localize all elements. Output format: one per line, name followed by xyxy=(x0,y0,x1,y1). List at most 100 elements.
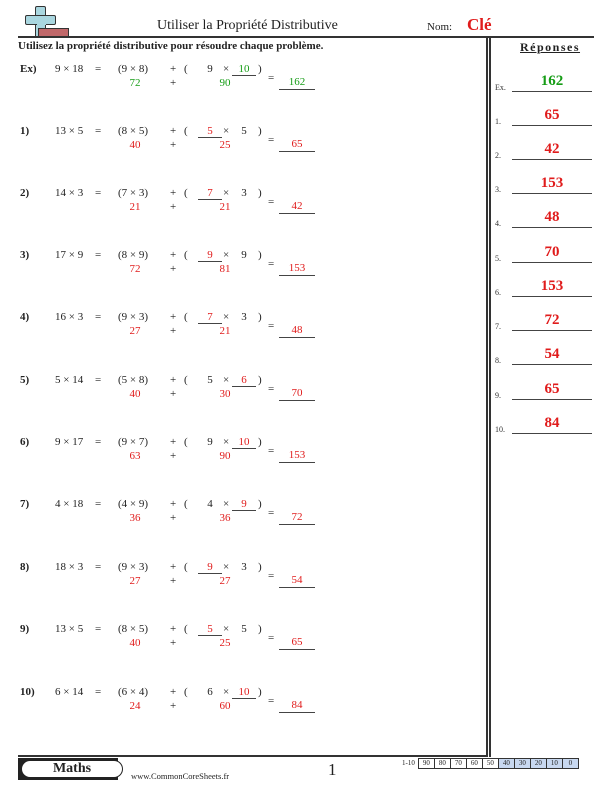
answer-line xyxy=(512,125,592,126)
total-answer: 153 xyxy=(279,449,315,463)
problem-number: 2) xyxy=(20,187,30,199)
plus-sign: + xyxy=(170,374,177,386)
equals-sign: = xyxy=(95,125,102,137)
factor-a: 5 xyxy=(198,623,222,636)
equals-sign: = xyxy=(95,561,102,573)
score-range-label: 1-10 xyxy=(402,759,415,767)
answer-item: 3. 153 xyxy=(495,174,595,194)
answer-item: Ex. 162 xyxy=(495,72,595,92)
plus-sign: + xyxy=(170,125,177,137)
score-cell: 40 xyxy=(497,758,515,769)
times-sign: × xyxy=(223,187,230,199)
answer-line xyxy=(512,193,592,194)
answer-line xyxy=(512,159,592,160)
name-value: Clé xyxy=(467,15,492,34)
answer-item: 4. 48 xyxy=(495,208,595,228)
problem-row: 8) 18 × 3 = (9 × 3) + (9 × 3) 27 +27 = 54 xyxy=(0,561,486,601)
answer-item: 1. 65 xyxy=(495,106,595,126)
first-product: (8 × 5) xyxy=(118,623,149,635)
plus-sign: + xyxy=(170,77,177,89)
partial-product-right: 21 xyxy=(219,325,231,337)
answer-line xyxy=(512,399,592,400)
equals-sign: = xyxy=(268,134,275,146)
problem-expression: 4 × 18 xyxy=(55,498,84,510)
problem-number: 9) xyxy=(20,623,30,635)
answer-line xyxy=(512,296,592,297)
plus-sign: + xyxy=(170,249,177,261)
answer-line xyxy=(512,91,592,92)
page-title: Utiliser la Propriété Distributive xyxy=(157,18,338,33)
problem-number: 8) xyxy=(20,561,30,573)
open-paren: ( xyxy=(184,125,188,137)
times-sign: × xyxy=(223,498,230,510)
partial-product-left: 40 xyxy=(129,388,141,400)
plus-sign: + xyxy=(170,436,177,448)
score-cell: 0 xyxy=(561,758,579,769)
equals-sign: = xyxy=(268,695,275,707)
problem-row: 2) 14 × 3 = (7 × 3) + (7 × 3) 21 +21 = 42 xyxy=(0,187,486,227)
equals-sign: = xyxy=(268,72,275,84)
answer-item: 9. 65 xyxy=(495,380,595,400)
answer-item: 7. 72 xyxy=(495,311,595,331)
partial-product-left: 72 xyxy=(129,77,141,89)
times-sign: × xyxy=(223,686,230,698)
factor-a: 7 xyxy=(198,187,222,200)
open-paren: ( xyxy=(184,311,188,323)
total-answer: 65 xyxy=(279,138,315,152)
partial-product-left: 36 xyxy=(129,512,141,524)
partial-product-right: 21 xyxy=(219,201,231,213)
instructions: Utilisez la propriété distributive pour … xyxy=(18,40,324,52)
problem-row: 10) 6 × 14 = (6 × 4) +(6 × 10) 24 +60 = 84 xyxy=(0,686,486,726)
total-answer: 72 xyxy=(279,511,315,525)
close-paren: ) xyxy=(258,686,262,698)
problem-expression: 13 × 5 xyxy=(55,623,84,635)
first-product: (9 × 7) xyxy=(118,436,149,448)
first-product: (6 × 4) xyxy=(118,686,149,698)
times-sign: × xyxy=(223,249,230,261)
factor-b: 9 xyxy=(232,498,256,511)
problem-expression: 16 × 3 xyxy=(55,311,84,323)
close-paren: ) xyxy=(258,63,262,75)
problem-number: 4) xyxy=(20,311,30,323)
name-label: Nom: xyxy=(427,21,453,33)
factor-a: 4 xyxy=(207,498,213,510)
equals-sign: = xyxy=(268,507,275,519)
answer-line xyxy=(512,433,592,434)
answer-value: 84 xyxy=(544,415,560,431)
answer-line xyxy=(512,227,592,228)
total-answer: 70 xyxy=(279,387,315,401)
factor-b: 3 xyxy=(241,561,247,573)
problem-row: 5) 5 × 14 = (5 × 8) + (5 × 6) 40 +30 = 70 xyxy=(0,374,486,414)
answer-line xyxy=(512,262,592,263)
equals-sign: = xyxy=(268,320,275,332)
problem-number: 7) xyxy=(20,498,30,510)
plus-sign: + xyxy=(170,686,177,698)
problem-expression: 5 × 14 xyxy=(55,374,84,386)
factor-b: 6 xyxy=(232,374,256,387)
close-paren: ) xyxy=(258,561,262,573)
factor-a: 6 xyxy=(207,686,213,698)
problem-number: 5) xyxy=(20,374,30,386)
page-number: 1 xyxy=(328,760,337,779)
partial-product-left: 21 xyxy=(129,201,141,213)
answer-value: 42 xyxy=(544,141,560,157)
open-paren: ( xyxy=(184,498,188,510)
score-cell: 70 xyxy=(449,758,467,769)
close-paren: ) xyxy=(258,436,262,448)
partial-product-left: 40 xyxy=(129,637,141,649)
answer-item: 6. 153 xyxy=(495,277,595,297)
equals-sign: = xyxy=(95,187,102,199)
times-sign: × xyxy=(223,561,230,573)
partial-product-right: 90 xyxy=(219,77,231,89)
times-sign: × xyxy=(223,125,230,137)
score-cell: 50 xyxy=(481,758,499,769)
factor-a: 5 xyxy=(207,374,213,386)
answer-value: 153 xyxy=(540,175,564,191)
answer-label: 3. xyxy=(495,185,501,194)
answer-label: Ex. xyxy=(495,83,506,92)
score-cell: 80 xyxy=(433,758,451,769)
factor-a: 9 xyxy=(207,436,213,448)
close-paren: ) xyxy=(258,311,262,323)
first-product: (9 × 3) xyxy=(118,561,149,573)
partial-product-right: 60 xyxy=(219,700,231,712)
